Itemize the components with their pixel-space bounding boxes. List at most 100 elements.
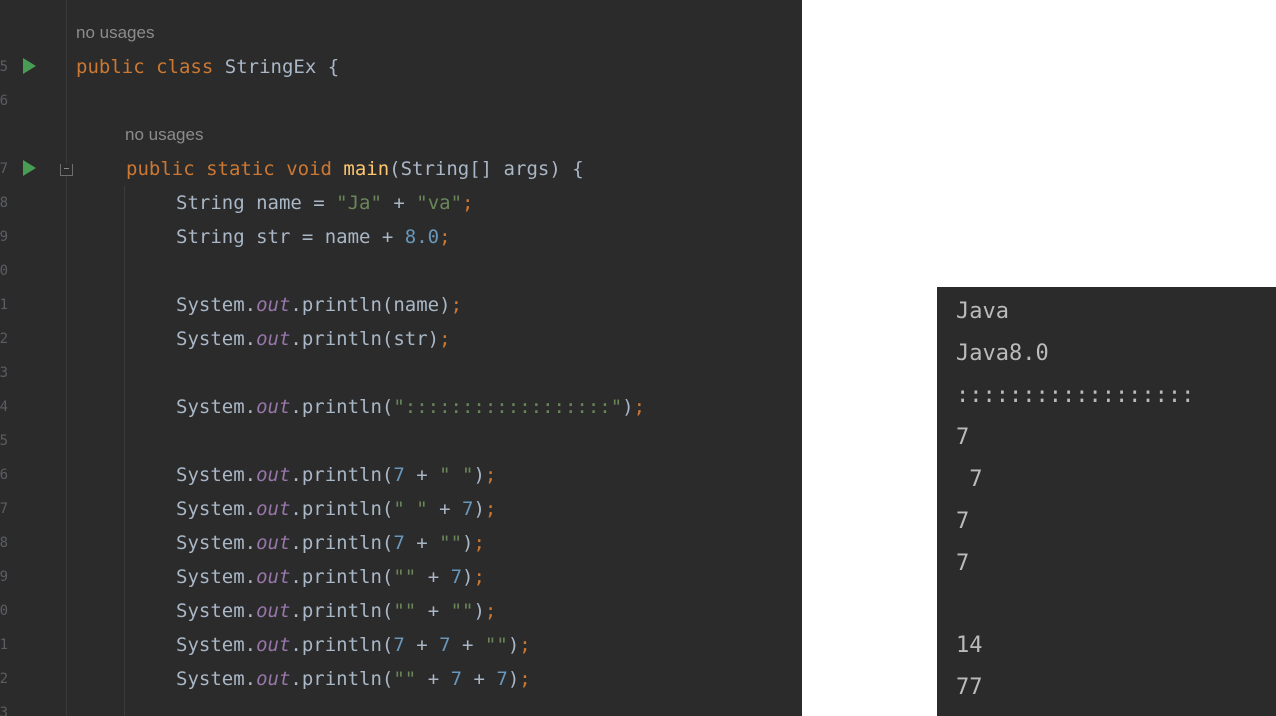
code-text: ) xyxy=(622,396,634,418)
static-field: out xyxy=(256,294,291,316)
string-literal: "" xyxy=(450,600,474,622)
semicolon: ; xyxy=(484,464,497,486)
code-text: System. xyxy=(176,294,257,316)
operator: + xyxy=(427,498,463,520)
number-literal: 7 xyxy=(393,532,405,554)
number-literal: 7 xyxy=(450,566,463,588)
console-line: 7 xyxy=(956,467,983,492)
operator: + xyxy=(404,532,440,554)
static-field: out xyxy=(256,532,291,554)
code-text: .println( xyxy=(290,464,394,486)
semicolon: ; xyxy=(450,294,463,316)
code-editor[interactable]: 5 6 7 8 9 0 1 2 3 4 5 6 7 8 9 0 1 2 3 no… xyxy=(0,0,802,716)
indent-guide xyxy=(124,186,125,716)
number-literal: 7 xyxy=(393,464,405,486)
class-name: StringEx xyxy=(224,56,317,78)
code-line[interactable]: System.out.println("" + 7 + 7); xyxy=(176,662,531,696)
code-line[interactable]: System.out.println("" + ""); xyxy=(176,594,496,628)
static-field: out xyxy=(256,566,291,588)
code-text: ) xyxy=(507,668,520,690)
string-literal: "" xyxy=(484,634,508,656)
usages-hint[interactable]: no usages xyxy=(125,118,203,152)
line-number: 1 xyxy=(0,297,8,313)
console-line: 7 xyxy=(956,509,970,534)
string-literal: "" xyxy=(393,668,417,690)
code-line[interactable]: String str = name + 8.0; xyxy=(176,220,451,254)
semicolon: ; xyxy=(633,396,646,418)
usages-hint[interactable]: no usages xyxy=(76,16,154,50)
fold-icon[interactable] xyxy=(60,164,73,176)
console-output-panel[interactable]: Java Java8.0 :::::::::::::::::: 7 7 7 7 … xyxy=(937,287,1276,716)
code-text: .println( xyxy=(290,396,394,418)
string-literal: " " xyxy=(393,498,428,520)
code-line[interactable]: System.out.println("" + 7); xyxy=(176,560,485,594)
code-line-main-declaration[interactable]: public static void main(String[] args) { xyxy=(126,152,584,186)
line-number: 7 xyxy=(0,161,8,177)
line-number: 3 xyxy=(0,705,8,716)
string-literal: "va" xyxy=(416,192,463,214)
number-literal: 7 xyxy=(439,634,451,656)
line-number: 1 xyxy=(0,637,8,653)
semicolon: ; xyxy=(439,226,451,248)
semicolon: ; xyxy=(439,328,451,350)
code-line[interactable]: System.out.println(str); xyxy=(176,322,451,356)
number-literal: 7 xyxy=(450,668,463,690)
semicolon: ; xyxy=(484,498,497,520)
console-line: Java8.0 xyxy=(956,341,1049,366)
string-literal: "" xyxy=(439,532,463,554)
line-number: 9 xyxy=(0,229,8,245)
line-number: 0 xyxy=(0,603,8,619)
code-text: .println( xyxy=(290,668,394,690)
semicolon: ; xyxy=(473,566,485,588)
code-line[interactable]: System.out.println(7 + 7 + ""); xyxy=(176,628,531,662)
string-literal: "" xyxy=(393,566,417,588)
static-field: out xyxy=(256,600,291,622)
run-class-icon[interactable] xyxy=(23,58,36,74)
code-text: ) xyxy=(473,498,485,520)
code-line[interactable]: System.out.println(name); xyxy=(176,288,462,322)
static-field: out xyxy=(256,328,291,350)
run-main-icon[interactable] xyxy=(23,160,36,176)
code-text: .println( xyxy=(290,532,394,554)
line-number: 8 xyxy=(0,195,8,211)
code-text: .println(str) xyxy=(290,328,440,350)
line-number: 3 xyxy=(0,365,8,381)
keyword: static xyxy=(206,158,275,180)
number-literal: 7 xyxy=(496,668,508,690)
code-line[interactable]: System.out.println(7 + " "); xyxy=(176,458,496,492)
code-line[interactable]: System.out.println(" " + 7); xyxy=(176,492,496,526)
code-line[interactable]: System.out.println(7 + ""); xyxy=(176,526,485,560)
keyword: class xyxy=(156,56,214,78)
static-field: out xyxy=(256,396,291,418)
operator: + xyxy=(416,566,451,588)
static-field: out xyxy=(256,668,291,690)
code-text: ) xyxy=(473,600,485,622)
code-text: System. xyxy=(176,600,257,622)
code-text: System. xyxy=(176,668,257,690)
code-text: ) xyxy=(462,532,474,554)
code-text: ) xyxy=(462,566,474,588)
code-line[interactable]: String name = "Ja" + "va"; xyxy=(176,186,473,220)
code-text: .println( xyxy=(290,634,394,656)
code-line[interactable]: System.out.println("::::::::::::::::::")… xyxy=(176,390,645,424)
line-number: 7 xyxy=(0,501,8,517)
code-text: String name = xyxy=(176,192,337,214)
code-text: .println(name) xyxy=(290,294,451,316)
semicolon: ; xyxy=(484,600,497,622)
code-text: ) xyxy=(473,464,485,486)
keyword: void xyxy=(286,158,332,180)
code-line-class-declaration[interactable]: public class StringEx { xyxy=(76,50,339,84)
operator: + xyxy=(404,464,440,486)
console-line: 7 xyxy=(956,425,970,450)
code-text: ) xyxy=(507,634,520,656)
static-field: out xyxy=(256,634,291,656)
console-line: 7 xyxy=(956,551,970,576)
code-text: System. xyxy=(176,532,257,554)
code-text: + xyxy=(381,192,417,214)
console-line: 77 xyxy=(956,675,983,700)
line-number: 2 xyxy=(0,671,8,687)
string-literal: "::::::::::::::::::" xyxy=(393,396,623,418)
code-text: System. xyxy=(176,396,257,418)
code-text: System. xyxy=(176,328,257,350)
operator: + xyxy=(416,600,451,622)
